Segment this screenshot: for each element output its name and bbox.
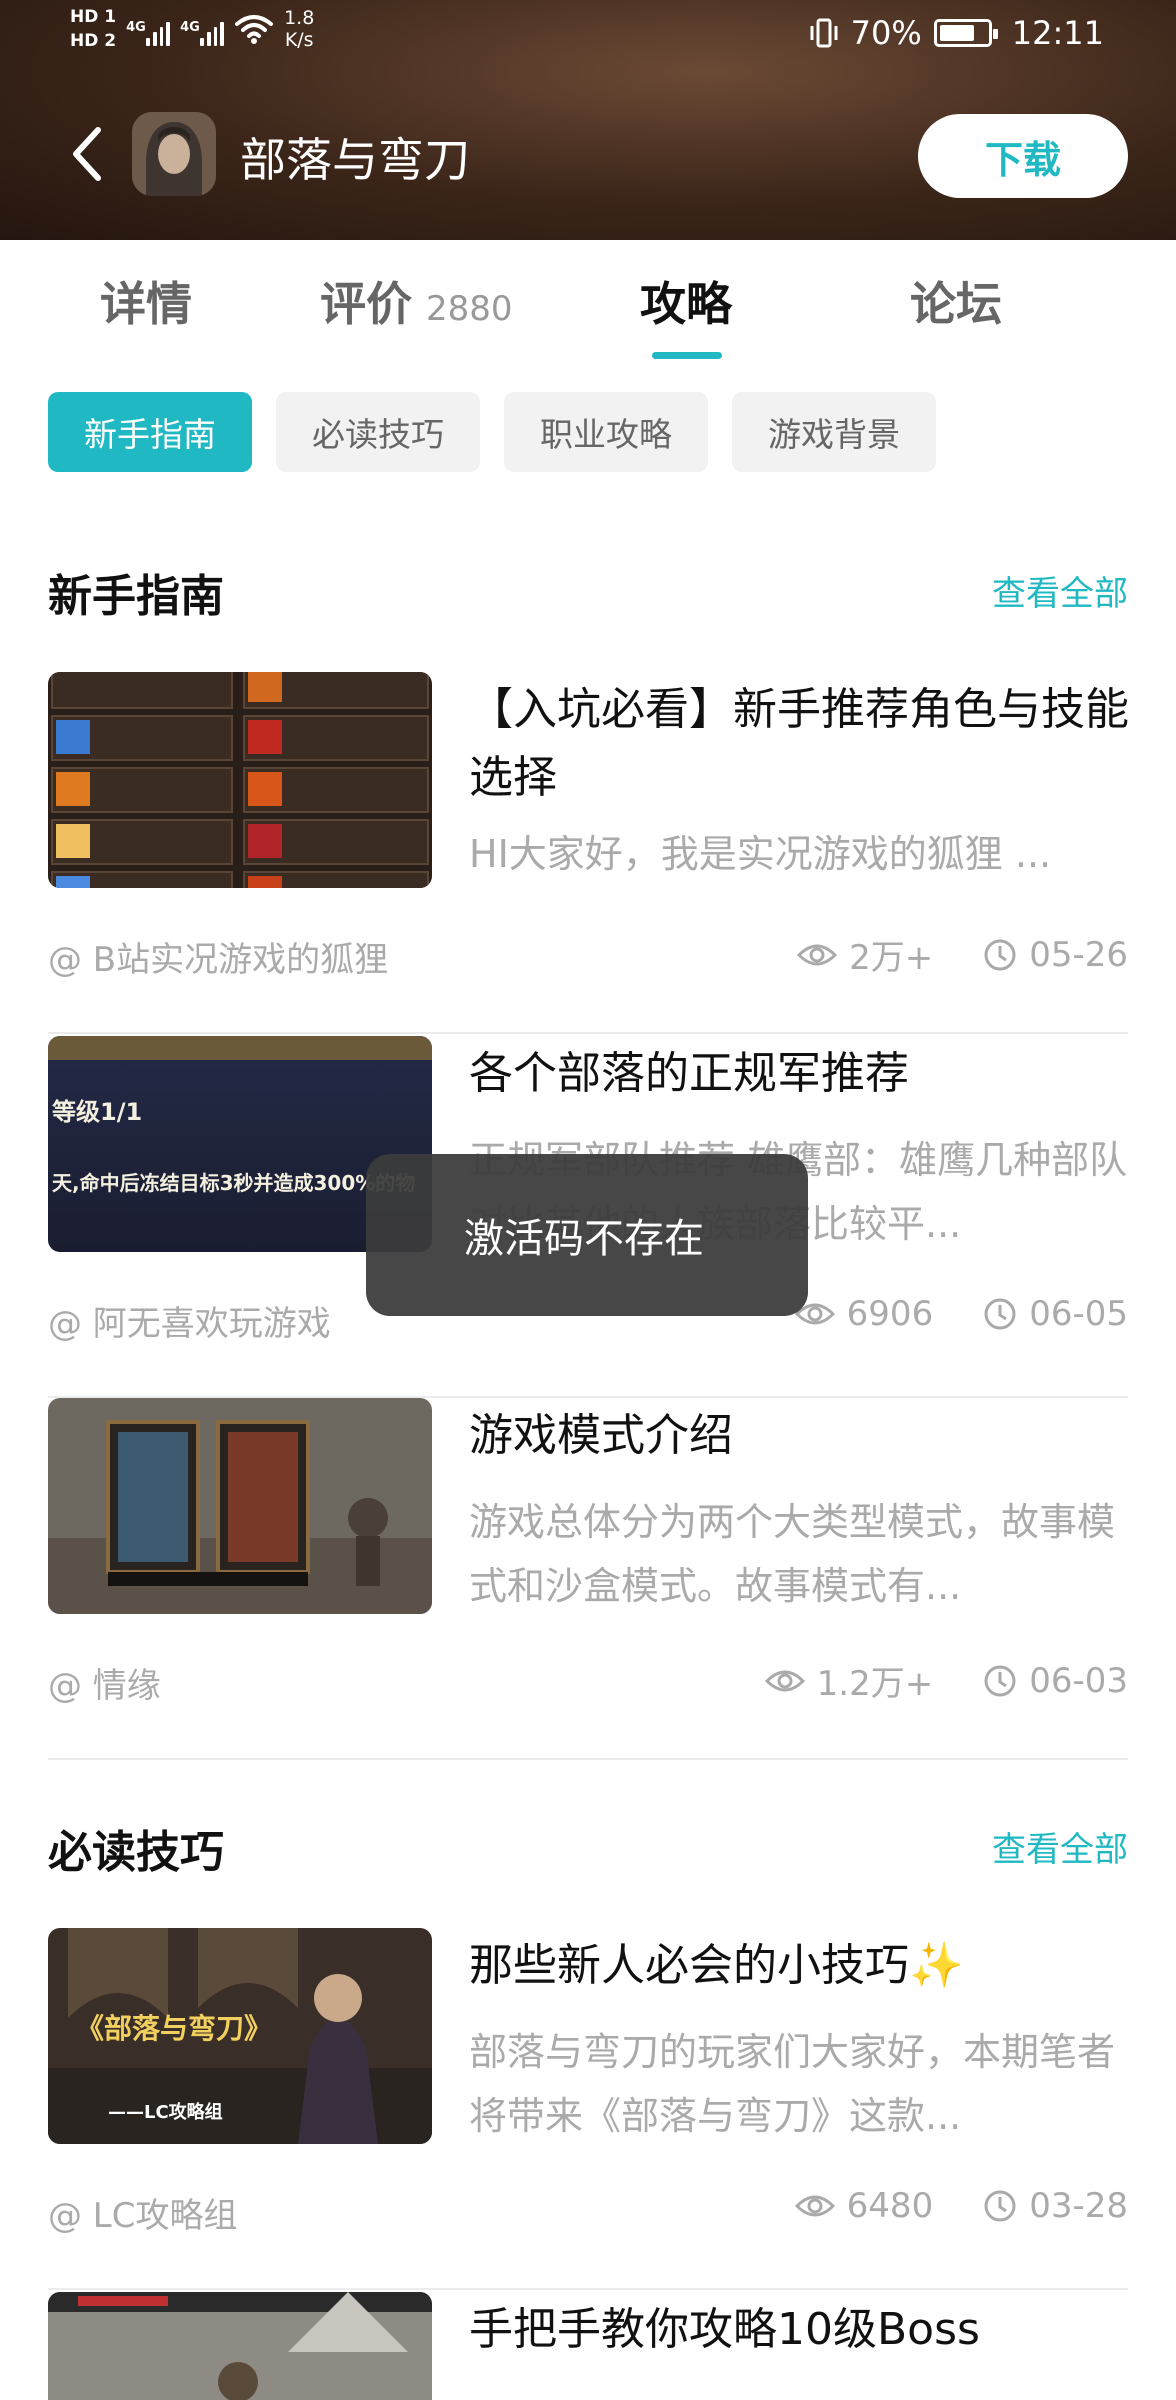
- clock-icon: [984, 1665, 1016, 1696]
- chip-must-read-tips[interactable]: 必读技巧: [276, 392, 480, 472]
- eye-icon: [797, 944, 838, 965]
- divider: [48, 2288, 1128, 2290]
- article-desc: 部落与弯刀的玩家们大家好，本期笔者将带来《部落与弯刀》这款...: [469, 2030, 1116, 2138]
- nav-row: 部落与弯刀 下载: [0, 110, 1176, 200]
- article-item[interactable]: 【入坑必看】新手推荐角色与技能选择 HI大家好，我是实况游戏的狐狸 ... @ …: [48, 672, 1129, 1034]
- article-thumbnail: [48, 2292, 432, 2400]
- view-count: 2万+: [849, 938, 934, 978]
- article-title: 那些新人必会的小技巧✨: [469, 1940, 964, 1991]
- review-count: 2880: [426, 289, 513, 329]
- signal-1-icon: 4G: [126, 12, 171, 46]
- tab-guides[interactable]: 攻略: [640, 268, 732, 334]
- article-meta: 6906 06-05: [794, 1294, 1128, 1334]
- section-title: 新手指南: [48, 571, 224, 622]
- post-date: 03-28: [1029, 2186, 1128, 2226]
- tab-bar: 详情 评价 2880 攻略 论坛: [0, 240, 1176, 360]
- battery-icon: [933, 19, 998, 47]
- article-title: 【入坑必看】新手推荐角色与技能选择: [469, 684, 1129, 803]
- toast-message: 激活码不存在: [366, 1154, 808, 1316]
- thumb-caption: 等级1/1: [52, 1098, 142, 1126]
- article-author: @ B站实况游戏的狐狸: [48, 940, 389, 980]
- active-tab-indicator: [652, 352, 722, 359]
- article-author: @ LC攻略组: [48, 2196, 238, 2236]
- article-meta: 6480 03-28: [794, 2186, 1128, 2226]
- article-meta: 2万+ 05-26: [797, 930, 1128, 979]
- article-title: 各个部落的正规军推荐: [469, 1048, 909, 1099]
- battery-percent: 70%: [850, 14, 922, 52]
- article-title: 游戏模式介绍: [469, 1410, 733, 1461]
- section-title: 必读技巧: [48, 1827, 224, 1878]
- hd-indicators: HD 1 HD 2: [70, 6, 116, 52]
- clock-icon: [984, 2190, 1016, 2222]
- eye-icon: [764, 1670, 805, 1691]
- tab-forum[interactable]: 论坛: [910, 268, 1002, 334]
- clock-time: 12:11: [1011, 14, 1104, 52]
- tab-details[interactable]: 详情: [100, 268, 192, 334]
- article-author: @ 情缘: [48, 1666, 161, 1706]
- chip-class-guides[interactable]: 职业攻略: [504, 392, 708, 472]
- clock-icon: [984, 939, 1016, 970]
- network-speed: 1.8 K/s: [284, 7, 315, 51]
- article-item[interactable]: 《部落与弯刀》 ——LC攻略组 那些新人必会的小技巧✨ 部落与弯刀的玩家们大家好…: [48, 1928, 1128, 2290]
- wifi-icon: [235, 15, 274, 44]
- chevron-left-icon[interactable]: [64, 122, 114, 186]
- download-button[interactable]: 下载: [918, 114, 1128, 198]
- thumb-caption: 《部落与弯刀》: [76, 2012, 272, 2045]
- article-desc: HI大家好，我是实况游戏的狐狸 ...: [469, 832, 1052, 876]
- post-date: 05-26: [1029, 934, 1128, 975]
- hd1-badge: HD 1: [70, 7, 117, 27]
- article-desc: 游戏总体分为两个大类型模式，故事模式和沙盒模式。故事模式有...: [469, 1500, 1116, 1608]
- article-author: @ 阿无喜欢玩游戏: [48, 1304, 331, 1344]
- see-all-link[interactable]: 查看全部: [992, 1822, 1128, 1871]
- article-thumbnail: [48, 1398, 432, 1614]
- app-icon: [132, 112, 216, 196]
- article-item[interactable]: 手把手教你攻略10级Boss: [48, 2292, 1128, 2400]
- eye-icon: [794, 2195, 835, 2217]
- see-all-link[interactable]: 查看全部: [992, 566, 1128, 615]
- chip-game-background[interactable]: 游戏背景: [732, 392, 936, 472]
- status-right: 70% 12:11: [809, 14, 1104, 52]
- status-left: HD 1 HD 2 4G 4G 1.8 K/s: [70, 6, 314, 52]
- app-title: 部落与弯刀: [240, 133, 470, 187]
- thumb-caption-2: 天,命中后冻结目标3秒并造成300%的物: [52, 1171, 415, 1195]
- vibrate-icon: [810, 18, 838, 48]
- thumb-caption-2: ——LC攻略组: [108, 2101, 223, 2123]
- article-title: 手把手教你攻略10级Boss: [469, 2304, 980, 2355]
- view-count: 6906: [846, 1294, 934, 1334]
- clock-icon: [984, 1298, 1016, 1330]
- article-meta: 1.2万+ 06-03: [764, 1656, 1128, 1705]
- view-count: 1.2万+: [816, 1664, 934, 1704]
- view-count: 6480: [846, 2186, 934, 2226]
- tab-reviews[interactable]: 评价 2880: [320, 268, 513, 334]
- article-item[interactable]: 游戏模式介绍 游戏总体分为两个大类型模式，故事模式和沙盒模式。故事模式有... …: [48, 1398, 1128, 1760]
- article-thumbnail: 《部落与弯刀》 ——LC攻略组: [48, 1928, 432, 2144]
- divider: [48, 1032, 1128, 1034]
- signal-2-icon: 4G: [180, 12, 225, 46]
- status-bar: HD 1 HD 2 4G 4G 1.8 K/s 70% 12:11: [0, 0, 1176, 80]
- chip-beginner-guide[interactable]: 新手指南: [48, 392, 252, 472]
- article-thumbnail: [48, 672, 432, 888]
- post-date: 06-05: [1029, 1294, 1128, 1334]
- divider: [48, 1758, 1128, 1760]
- post-date: 06-03: [1029, 1660, 1128, 1701]
- app-header: HD 1 HD 2 4G 4G 1.8 K/s 70% 12:11 部落与弯刀 …: [0, 0, 1176, 240]
- hd2-badge: HD 2: [70, 31, 117, 51]
